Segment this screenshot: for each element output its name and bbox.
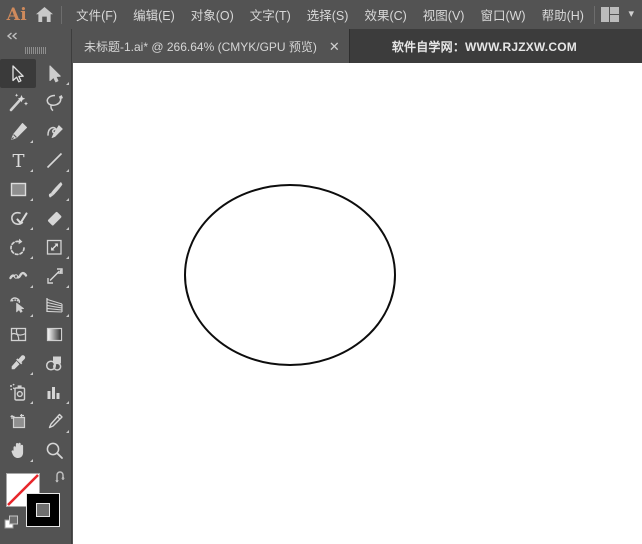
tool-expand-corner [30,314,33,317]
column-graph-tool[interactable] [36,378,72,407]
menu-view[interactable]: 视图(V) [415,1,473,28]
tool-expand-corner [66,314,69,317]
watermark-text: 软件自学网：WWW.RJZXW.COM [391,39,577,54]
perspective-grid-tool[interactable] [36,291,72,320]
stroke-swatch[interactable] [26,493,60,527]
eraser-tool[interactable] [36,204,72,233]
menu-select[interactable]: 选择(S) [299,1,357,28]
tool-expand-corner [30,198,33,201]
shaper-tool[interactable] [0,204,36,233]
tool-expand-corner [30,140,33,143]
hand-tool[interactable] [0,436,36,465]
tool-expand-corner [30,401,33,404]
symbol-sprayer-tool[interactable] [0,378,36,407]
ellipse-shape[interactable] [184,184,396,366]
tool-expand-corner [66,169,69,172]
double-chevron-left-icon[interactable] [0,29,71,43]
tool-expand-corner [30,169,33,172]
pen-tool[interactable] [0,117,36,146]
svg-text:T: T [12,151,24,171]
line-segment-tool[interactable] [36,146,72,175]
menu-type[interactable]: 文字(T) [242,1,299,28]
menubar-right-group: ▾ [592,0,642,29]
home-icon[interactable] [30,0,59,29]
menu-bar: Ai 文件(F) 编辑(E) 对象(O) 文字(T) 选择(S) 效果(C) 视… [0,0,642,29]
tools-panel: T [0,29,72,544]
tool-expand-corner [30,256,33,259]
tool-expand-corner [66,285,69,288]
menu-edit[interactable]: 编辑(E) [125,1,183,28]
selection-tool[interactable] [0,59,36,88]
document-tab[interactable]: 未标题-1.ai* @ 266.64% (CMYK/GPU 预览) ✕ [72,29,350,63]
tool-expand-corner [66,256,69,259]
default-fill-stroke-icon[interactable] [4,515,20,536]
tool-expand-corner [66,82,69,85]
free-transform-tool[interactable] [36,262,72,291]
tool-expand-corner [66,430,69,433]
swap-fill-stroke-icon[interactable] [54,471,68,489]
menu-help[interactable]: 帮助(H) [534,1,592,28]
menu-divider-right [593,5,595,24]
width-tool[interactable] [0,262,36,291]
ai-logo-icon: Ai [6,4,28,25]
eyedropper-tool[interactable] [0,349,36,378]
magic-wand-tool[interactable] [0,88,36,117]
blend-tool[interactable] [36,349,72,378]
artboard-canvas[interactable] [73,63,642,544]
curvature-tool[interactable] [36,117,72,146]
workspace-switcher-icon[interactable] [600,7,620,22]
document-tab-label: 未标题-1.ai* @ 266.64% (CMYK/GPU 预览) [84,39,317,54]
paintbrush-tool[interactable] [36,175,72,204]
rotate-tool[interactable] [0,233,36,262]
zoom-tool[interactable] [36,436,72,465]
menu-file[interactable]: 文件(F) [68,1,125,28]
stroke-swatch-inner [36,503,50,517]
document-tab-bar: 未标题-1.ai* @ 266.64% (CMYK/GPU 预览) ✕ 软件自学… [72,29,642,63]
chevron-down-icon[interactable]: ▾ [628,9,634,20]
tools-grid: T [0,57,71,465]
scale-tool[interactable] [36,233,72,262]
slice-tool[interactable] [36,407,72,436]
rectangle-tool[interactable] [0,175,36,204]
close-icon[interactable]: ✕ [329,40,340,53]
direct-selection-tool[interactable] [36,59,72,88]
menu-object[interactable]: 对象(O) [183,1,242,28]
tool-expand-corner [66,227,69,230]
type-tool[interactable]: T [0,146,36,175]
menu-divider [61,5,63,24]
mesh-tool[interactable] [0,320,36,349]
tool-expand-corner [66,401,69,404]
tools-panel-grip[interactable] [0,43,71,57]
tool-expand-corner [30,227,33,230]
tool-expand-corner [30,372,33,375]
artboard-tool[interactable] [0,407,36,436]
tool-expand-corner [30,285,33,288]
tool-expand-corner [66,198,69,201]
menu-effect[interactable]: 效果(C) [356,1,414,28]
gradient-tool[interactable] [36,320,72,349]
illustrator-window: Ai 文件(F) 编辑(E) 对象(O) 文字(T) 选择(S) 效果(C) 视… [0,0,642,544]
fill-stroke-controls [0,469,72,541]
shape-builder-tool[interactable] [0,291,36,320]
menu-window[interactable]: 窗口(W) [472,1,533,28]
tool-expand-corner [30,459,33,462]
lasso-tool[interactable] [36,88,72,117]
